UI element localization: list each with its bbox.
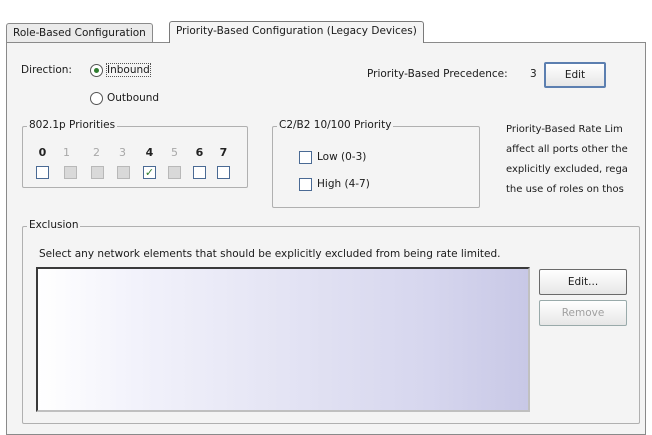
exclusion-description: Select any network elements that should … (39, 248, 501, 260)
priority-5-label: 5 (171, 146, 178, 159)
tab-priority-based[interactable]: Priority-Based Configuration (Legacy Dev… (169, 21, 424, 43)
tab-role-based[interactable]: Role-Based Configuration (6, 23, 153, 43)
priorities-8021p-group: 802.1p Priorities (22, 119, 248, 188)
priority-0-label: 0 (38, 146, 47, 159)
info-line: Priority-Based Rate Lim (506, 124, 623, 135)
precedence-value: 3 (530, 68, 537, 80)
c2b2-low-checkbox[interactable] (299, 151, 312, 164)
inbound-radio[interactable] (90, 64, 103, 77)
priority-3-checkbox (117, 166, 130, 179)
priority-1-checkbox (64, 166, 77, 179)
c2b2-high-label[interactable]: High (4-7) (317, 178, 370, 190)
checkmark-icon: ✓ (144, 166, 155, 179)
outbound-radio[interactable] (90, 92, 103, 105)
priority-3-label: 3 (119, 146, 126, 159)
info-line: explicitly excluded, rega (506, 164, 628, 175)
c2b2-priority-title: C2/B2 10/100 Priority (277, 119, 394, 131)
outbound-radio-label[interactable]: Outbound (107, 92, 159, 104)
exclusion-edit-button[interactable]: Edit... (539, 269, 627, 295)
info-line: the use of roles on thos (506, 184, 624, 195)
c2b2-low-label[interactable]: Low (0-3) (317, 151, 366, 163)
priority-5-checkbox (168, 166, 181, 179)
priority-7-label: 7 (219, 146, 228, 159)
priority-4-checkbox[interactable]: ✓ (143, 166, 156, 179)
priority-1-label: 1 (63, 146, 70, 159)
direction-label: Direction: (21, 64, 72, 76)
priority-4-label: 4 (145, 146, 154, 159)
info-line: affect all ports other the (506, 144, 628, 155)
priorities-8021p-title: 802.1p Priorities (27, 119, 118, 131)
c2b2-high-checkbox[interactable] (299, 178, 312, 191)
priority-7-checkbox[interactable] (217, 166, 230, 179)
exclusion-remove-button: Remove (539, 300, 627, 326)
c2b2-priority-group: C2/B2 10/100 Priority (272, 119, 480, 208)
rate-limit-info: Priority-Based Rate Lim affect all ports… (506, 120, 646, 200)
priority-6-label: 6 (195, 146, 204, 159)
priority-6-checkbox[interactable] (193, 166, 206, 179)
precedence-edit-button[interactable]: Edit (544, 62, 606, 88)
priority-2-label: 2 (93, 146, 100, 159)
precedence-label: Priority-Based Precedence: (367, 68, 508, 80)
priority-0-checkbox[interactable] (36, 166, 49, 179)
exclusion-title: Exclusion (27, 219, 81, 231)
inbound-radio-label[interactable]: Inbound (106, 63, 151, 77)
exclusion-list[interactable] (36, 267, 530, 412)
priority-2-checkbox (91, 166, 104, 179)
